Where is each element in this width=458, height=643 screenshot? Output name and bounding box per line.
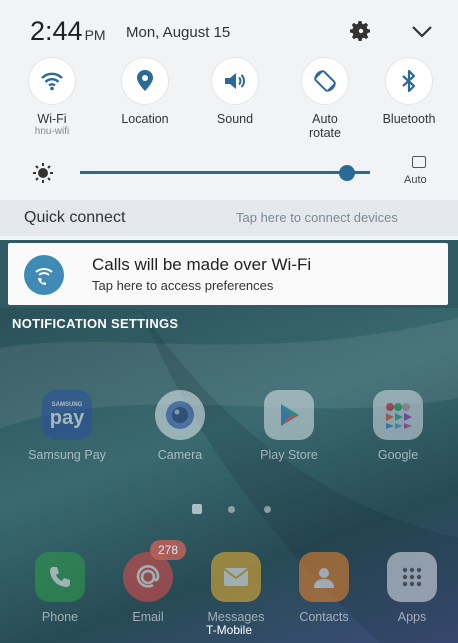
notification-subtitle: Tap here to access preferences: [92, 278, 274, 293]
carrier-label: T-Mobile: [205, 623, 252, 637]
bluetooth-icon: [386, 58, 432, 104]
chevron-down-icon[interactable]: [410, 22, 434, 42]
toggle-bluetooth[interactable]: Bluetooth: [364, 58, 454, 126]
toggle-auto-rotate-label-line1: Auto: [312, 112, 338, 126]
wifi-icon: [29, 58, 75, 104]
samsung-pay-icon: SAMSUNG pay: [42, 390, 92, 440]
app-label: Play Store: [260, 448, 318, 462]
app-email[interactable]: Email: [103, 552, 193, 624]
sound-icon: [212, 58, 258, 104]
brightness-sun-icon: [32, 162, 54, 189]
clock-ampm: PM: [84, 27, 106, 43]
home-screen-background: SAMSUNG pay Samsung Pay Camera Play Stor…: [0, 308, 458, 643]
clock: 2:44 PM: [30, 16, 106, 47]
quick-connect-bar[interactable]: Quick connect Tap here to connect device…: [0, 200, 458, 236]
toggle-auto-rotate-label: Auto rotate: [280, 112, 370, 140]
gear-icon[interactable]: [348, 18, 374, 44]
app-phone[interactable]: Phone: [15, 552, 105, 624]
app-label: Samsung Pay: [28, 448, 106, 462]
quick-settings-toggles: Wi-Fi hnu-wifi Location Sound Auto rotat…: [0, 58, 458, 148]
page-dot: [264, 506, 271, 513]
app-label: Messages: [207, 610, 265, 624]
auto-brightness-label: Auto: [404, 174, 427, 186]
brightness-slider-thumb[interactable]: [338, 165, 355, 181]
app-samsung-pay[interactable]: SAMSUNG pay Samsung Pay: [22, 390, 112, 462]
toggle-bluetooth-label: Bluetooth: [382, 112, 436, 126]
toggle-location[interactable]: Location: [100, 58, 190, 126]
messages-icon: [211, 552, 261, 602]
page-dot: [228, 506, 235, 513]
clock-time: 2:44: [30, 16, 83, 46]
notification-title: Calls will be made over Wi-Fi: [92, 255, 312, 274]
contacts-icon: [299, 552, 349, 602]
location-icon: [122, 58, 168, 104]
home-page-dot: [192, 504, 202, 514]
toggle-location-label: Location: [121, 112, 169, 126]
camera-icon: [155, 390, 205, 440]
status-row: 2:44 PM Mon, August 15: [0, 0, 458, 64]
toggle-sound-label: Sound: [216, 112, 254, 126]
toggle-wifi-network: hnu-wifi: [34, 126, 70, 137]
brightness-row: Auto: [0, 150, 458, 194]
samsung-pay-icon-text: pay: [49, 407, 85, 429]
date-label: Mon, August 15: [126, 24, 231, 41]
toggle-auto-rotate[interactable]: Auto rotate: [280, 58, 370, 140]
toggle-wifi-label: Wi-Fi: [37, 112, 67, 126]
app-label: Email: [132, 610, 164, 624]
email-unread-badge: 278: [150, 540, 186, 560]
toggle-wifi[interactable]: Wi-Fi hnu-wifi: [7, 58, 97, 138]
app-label: Contacts: [299, 610, 349, 624]
app-play-store[interactable]: Play Store: [244, 390, 334, 462]
auto-brightness-checkbox[interactable]: [412, 156, 426, 168]
app-label: Google: [377, 448, 419, 462]
notification-settings-link[interactable]: NOTIFICATION SETTINGS: [12, 316, 178, 331]
wifi-calling-notification[interactable]: Calls will be made over Wi-Fi Tap here t…: [8, 243, 448, 305]
toggle-sound[interactable]: Sound: [190, 58, 280, 126]
app-label: Apps: [397, 610, 427, 624]
brightness-slider-track[interactable]: [80, 171, 370, 174]
quick-connect-title: Quick connect: [24, 209, 126, 226]
play-store-icon: [264, 390, 314, 440]
app-apps[interactable]: Apps: [367, 552, 457, 624]
toggle-auto-rotate-label-line2: rotate: [309, 126, 341, 140]
app-label: Camera: [157, 448, 203, 462]
app-label: Phone: [41, 610, 79, 624]
phone-icon: [35, 552, 85, 602]
notification-shade: 2:44 PM Mon, August 15 Wi-Fi hnu-wifi Lo…: [0, 0, 458, 240]
google-folder-icon: [373, 390, 423, 440]
app-messages[interactable]: Messages: [191, 552, 281, 624]
quick-connect-hint: Tap here to connect devices: [236, 210, 398, 225]
wifi-calling-icon: [24, 255, 64, 295]
page-indicator: [192, 504, 282, 514]
app-google-folder[interactable]: Google: [353, 390, 443, 462]
app-contacts[interactable]: Contacts: [279, 552, 369, 624]
rotate-icon: [302, 58, 348, 104]
apps-grid-icon: [387, 552, 437, 602]
app-camera[interactable]: Camera: [135, 390, 225, 462]
